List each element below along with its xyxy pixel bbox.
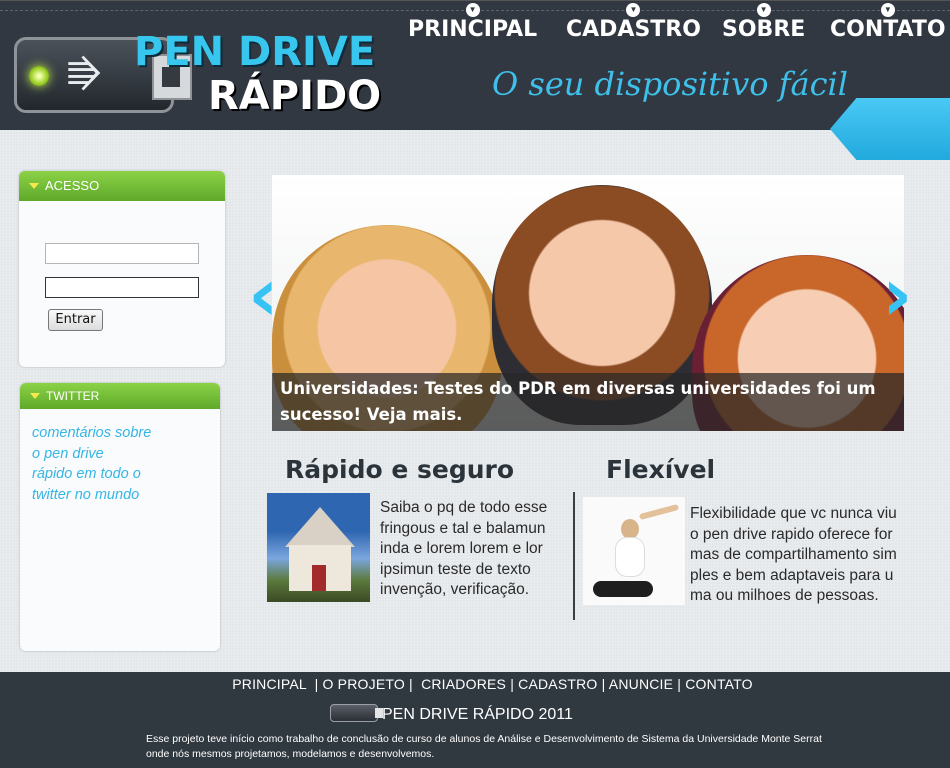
usb-symbol-icon: ⭆ (67, 54, 102, 98)
chevron-down-icon: ▼ (756, 3, 771, 17)
usb-drive-icon (330, 704, 383, 722)
feature-title-rapido: Rápido e seguro (285, 455, 515, 484)
chevron-down-icon: ▼ (880, 3, 895, 17)
nav-item-cadastro[interactable]: ▼ CADASTRO (566, 3, 701, 42)
feature-line: fringous e tal e balamun (380, 519, 546, 537)
house-roof (285, 507, 355, 547)
footer-links: PRINCIPAL | O PROJETO | CRIADORES | CADA… (0, 676, 950, 692)
main-nav: ▼ PRINCIPAL ▼ CADASTRO ▼ SOBRE ▼ CONTATO (400, 1, 950, 61)
site-logo[interactable]: ⭆ PEN DRIVE RÁPIDO (14, 29, 382, 121)
footer-separator: | (597, 676, 609, 692)
twitter-line: o pen drive (32, 445, 104, 462)
footer-link-anuncie[interactable]: ANUNCIE (609, 676, 673, 692)
footer-link-criadores[interactable]: CRIADORES (421, 676, 506, 692)
login-panel-title: ACESSO (19, 171, 225, 201)
footer-brand: PEN DRIVE RÁPIDO 2011 (330, 704, 573, 724)
footer-separator: | (404, 676, 422, 692)
feature-line: inda e lorem lorem e lor (380, 540, 543, 557)
yoga-head (621, 519, 639, 539)
twitter-line: twitter no mundo (32, 486, 140, 503)
nav-item-contato[interactable]: ▼ CONTATO (830, 3, 946, 42)
yoga-legs (593, 581, 653, 597)
twitter-line: rápido em todo o (32, 466, 141, 482)
nav-label: PRINCIPAL (408, 17, 538, 42)
feature-line: Saiba o pq de todo esse (380, 499, 548, 516)
footer-separator: | (306, 676, 323, 692)
feature-line: invenção, verificação. (380, 581, 530, 598)
column-divider (573, 492, 575, 620)
slide-caption[interactable]: Universidades: Testes do PDR em diversas… (272, 373, 904, 431)
feature-title-flexivel: Flexível (606, 455, 716, 484)
feature-line: o pen drive rapido oferece for (690, 525, 893, 543)
chevron-down-icon: ▼ (626, 3, 641, 17)
site-footer: PRINCIPAL | O PROJETO | CRIADORES | CADA… (0, 672, 950, 768)
chevron-down-icon: ▼ (465, 3, 480, 17)
nav-label: SOBRE (722, 17, 806, 42)
nav-label: CONTATO (830, 17, 946, 42)
feature-line: ipsimun teste de texto (380, 560, 531, 578)
footer-brand-text: PEN DRIVE RÁPIDO 2011 (382, 706, 573, 723)
username-input[interactable] (45, 243, 199, 264)
yoga-arm (638, 503, 680, 521)
footer-link-principal[interactable]: PRINCIPAL (232, 676, 306, 692)
footer-link-cadastro[interactable]: CADASTRO (518, 676, 597, 692)
nav-item-sobre[interactable]: ▼ SOBRE (722, 3, 806, 42)
footer-about-text: Esse projeto teve início como trabalho d… (146, 733, 822, 760)
password-input[interactable] (45, 277, 199, 298)
slogan: O seu dispositivo fácil (492, 65, 849, 103)
login-panel: ACESSO Entrar (19, 171, 225, 367)
house-door (312, 565, 326, 591)
site-header: ⭆ PEN DRIVE RÁPIDO ▼ PRINCIPAL ▼ CADASTR… (0, 0, 950, 130)
slider-next-arrow-icon[interactable]: › (882, 256, 926, 334)
feature-line: ples e bem adaptaveis para u (690, 566, 894, 584)
footer-link-contato[interactable]: CONTATO (685, 676, 753, 692)
footer-separator: | (673, 676, 686, 692)
footer-link-projeto[interactable]: O PROJETO (323, 676, 405, 692)
nav-item-principal[interactable]: ▼ PRINCIPAL (408, 3, 538, 42)
feature-line: mas de compartilhamento sim (690, 546, 897, 563)
house-lock-image (267, 493, 370, 602)
feature-text-flexivel: Flexibilidade que vc nunca viu o pen dri… (690, 504, 897, 607)
yoga-body (615, 537, 645, 577)
led-icon (29, 66, 49, 86)
feature-text-rapido: Saiba o pq de todo esse fringous e tal e… (380, 498, 547, 601)
twitter-line: comentários sobre (32, 425, 152, 441)
twitter-feed-text[interactable]: comentários sobre o pen drive rápido em … (32, 423, 220, 505)
login-button[interactable]: Entrar (48, 309, 103, 331)
footer-separator: | (506, 676, 519, 692)
twitter-panel-title: TWITTER (20, 383, 220, 409)
news-slider[interactable]: Universidades: Testes do PDR em diversas… (272, 175, 904, 431)
logo-line-2: RÁPIDO (208, 73, 382, 119)
yoga-woman-image (583, 497, 685, 605)
nav-label: CADASTRO (566, 17, 701, 42)
feature-line: Flexibilidade que vc nunca viu (690, 505, 897, 522)
feature-line: ma ou milhoes de pessoas. (690, 587, 879, 604)
twitter-panel: TWITTER comentários sobre o pen drive rá… (20, 383, 220, 651)
logo-line-1: PEN DRIVE (134, 29, 376, 75)
